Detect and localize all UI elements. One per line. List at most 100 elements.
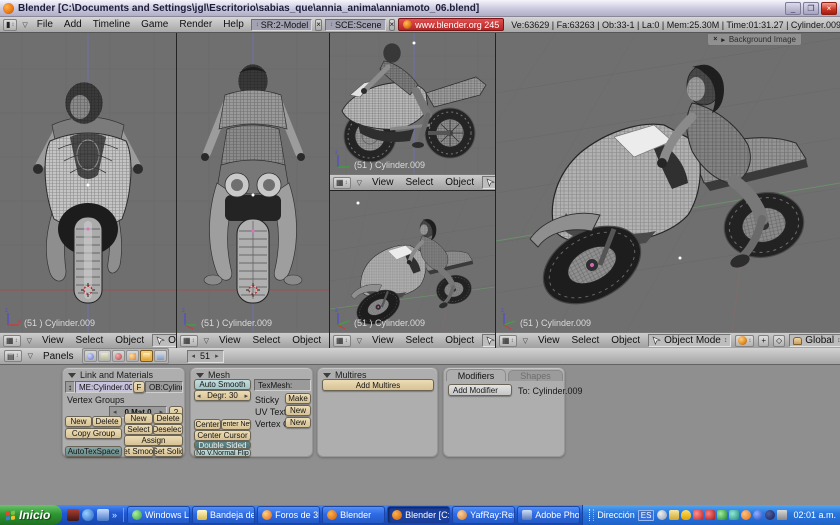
view-menu[interactable]: View bbox=[372, 335, 394, 346]
quick-launch-icon-3[interactable] bbox=[97, 509, 109, 521]
viewport-back-canvas[interactable]: z (51 ) Cylinder.009 bbox=[177, 33, 329, 332]
panel-collapse-icon[interactable] bbox=[68, 373, 76, 378]
quick-launch-icon-1[interactable] bbox=[67, 509, 79, 521]
mode-dropdown[interactable]: Object Mode ↕ bbox=[152, 334, 176, 347]
header-collapse-icon[interactable]: ▽ bbox=[28, 352, 33, 360]
panel-close-icon[interactable]: × bbox=[713, 36, 717, 43]
center-cursor-button[interactable]: Center Cursor bbox=[194, 430, 251, 441]
view-menu[interactable]: View bbox=[42, 335, 64, 346]
select-menu[interactable]: Select bbox=[405, 335, 433, 346]
mode-dropdown[interactable]: Object Mode ↕ bbox=[482, 334, 495, 347]
vertex-color-new-button[interactable]: New bbox=[285, 417, 311, 428]
viewport-front-canvas[interactable]: z x (51 ) Cylinder.009 bbox=[0, 33, 176, 332]
copy-group-button[interactable]: Copy Group bbox=[65, 428, 122, 439]
select-menu[interactable]: Select bbox=[405, 177, 433, 188]
double-sided-button[interactable]: Double Sided bbox=[194, 441, 251, 449]
logic-context-icon[interactable] bbox=[84, 350, 97, 362]
mode-dropdown[interactable]: Object Mode ↕ bbox=[648, 334, 731, 347]
menu-render[interactable]: Render bbox=[179, 19, 212, 30]
auto-smooth-button[interactable]: Auto Smooth bbox=[194, 379, 251, 390]
center-new-button[interactable]: Center New bbox=[221, 419, 251, 430]
no-vnormal-flip-button[interactable]: No V.Normal Flip bbox=[194, 449, 251, 457]
set-solid-button[interactable]: Set Solid bbox=[154, 446, 183, 457]
material-new-button[interactable]: New bbox=[124, 413, 153, 424]
physics-context-icon[interactable] bbox=[154, 350, 167, 362]
editor-type-button[interactable]: ▦↕ bbox=[499, 335, 517, 347]
menu-add[interactable]: Add bbox=[64, 19, 82, 30]
tray-icon[interactable] bbox=[681, 510, 691, 520]
header-collapse-icon[interactable]: ▽ bbox=[523, 337, 528, 345]
tray-icon[interactable] bbox=[657, 510, 667, 520]
viewport-perspective-small[interactable]: z (51 ) Cylinder.009 ▦↕ ▽ View Select Ob… bbox=[330, 191, 495, 348]
editor-type-button[interactable]: ▦↕ bbox=[3, 335, 21, 347]
frame-increment-icon[interactable]: ▸ bbox=[215, 352, 219, 360]
header-collapse-icon[interactable]: ▽ bbox=[357, 179, 362, 187]
set-smooth-button[interactable]: Set Smooth bbox=[124, 446, 154, 457]
menu-game[interactable]: Game bbox=[141, 19, 168, 30]
select-menu[interactable]: Select bbox=[252, 335, 280, 346]
frame-decrement-icon[interactable]: ◂ bbox=[192, 352, 196, 360]
panel-collapse-icon[interactable] bbox=[323, 373, 331, 378]
select-menu[interactable]: Select bbox=[571, 335, 599, 346]
material-delete-button[interactable]: Delete bbox=[153, 413, 183, 424]
fake-user-button[interactable]: F bbox=[133, 381, 145, 393]
add-multires-button[interactable]: Add Multires bbox=[322, 379, 434, 391]
viewport-back[interactable]: z (51 ) Cylinder.009 ▦↕ ▽ View Select Ob… bbox=[177, 33, 329, 348]
menu-help[interactable]: Help bbox=[223, 19, 244, 30]
panel-collapse-icon[interactable] bbox=[196, 373, 204, 378]
center-button[interactable]: Center bbox=[194, 419, 221, 430]
object-menu[interactable]: Object bbox=[611, 335, 640, 346]
select-button[interactable]: Select bbox=[124, 424, 153, 435]
tray-icon[interactable] bbox=[693, 510, 703, 520]
script-context-icon[interactable] bbox=[98, 350, 111, 362]
tray-icon[interactable] bbox=[729, 510, 739, 520]
header-collapse-icon[interactable]: ▽ bbox=[22, 21, 27, 29]
object-name-field[interactable]: OB:Cylinder.009 bbox=[145, 381, 183, 393]
minimize-button[interactable]: _ bbox=[785, 2, 801, 15]
transform-widget-button[interactable]: + bbox=[758, 335, 769, 347]
task-button-blender[interactable]: Blender bbox=[322, 506, 385, 524]
degr-slider[interactable]: ◂Degr: 30▸ bbox=[194, 390, 251, 401]
sticky-make-button[interactable]: Make bbox=[285, 393, 311, 404]
rotation-widget-button[interactable]: ◇ bbox=[773, 335, 785, 347]
me-browse-button[interactable]: ↕ bbox=[65, 381, 75, 393]
deselect-button[interactable]: Deselect bbox=[153, 424, 183, 435]
language-indicator[interactable]: ES bbox=[638, 510, 655, 521]
object-menu[interactable]: Object bbox=[292, 335, 321, 346]
blender-version-link[interactable]: www.blender.org 245 bbox=[398, 18, 504, 31]
editing-context-icon[interactable] bbox=[140, 350, 153, 362]
select-menu[interactable]: Select bbox=[75, 335, 103, 346]
tab-modifiers[interactable]: Modifiers bbox=[446, 369, 506, 381]
scene-selector[interactable]: ↕SCE:Scene bbox=[325, 19, 386, 31]
header-collapse-icon[interactable]: ▽ bbox=[204, 337, 209, 345]
scene-close-button[interactable]: × bbox=[389, 19, 396, 31]
close-button[interactable]: × bbox=[821, 2, 837, 15]
header-collapse-icon[interactable]: ▽ bbox=[357, 337, 362, 345]
draw-type-button[interactable]: ↕ bbox=[735, 335, 754, 347]
view-menu[interactable]: View bbox=[538, 335, 560, 346]
task-button-mail[interactable]: Bandeja de entrada -... bbox=[192, 506, 255, 524]
task-button-yafray[interactable]: YafRay:Render bbox=[452, 506, 515, 524]
tray-icon[interactable] bbox=[765, 510, 775, 520]
panel-expand-icon[interactable]: ▸ bbox=[721, 36, 725, 44]
object-menu[interactable]: Object bbox=[445, 335, 474, 346]
tray-icon[interactable] bbox=[741, 510, 751, 520]
editor-type-button[interactable]: ▦↕ bbox=[333, 177, 351, 189]
auto-tex-space-button[interactable]: AutoTexSpace bbox=[65, 446, 122, 457]
editor-type-button[interactable]: ▦↕ bbox=[333, 335, 351, 347]
tray-icon[interactable] bbox=[753, 510, 763, 520]
tray-icon-monitor[interactable] bbox=[777, 510, 787, 520]
tab-shapes[interactable]: Shapes bbox=[508, 370, 563, 381]
vgroup-delete-button[interactable]: Delete bbox=[92, 416, 122, 427]
panels-menu[interactable]: Panels bbox=[43, 351, 74, 362]
tray-icon[interactable] bbox=[717, 510, 727, 520]
tray-icon[interactable] bbox=[669, 510, 679, 520]
add-modifier-button[interactable]: Add Modifier bbox=[448, 384, 512, 396]
screen-close-button[interactable]: × bbox=[315, 19, 322, 31]
object-menu[interactable]: Object bbox=[445, 177, 474, 188]
object-menu[interactable]: Object bbox=[115, 335, 144, 346]
start-button[interactable]: Inicio bbox=[0, 505, 62, 525]
editor-type-button[interactable]: ▮↕ bbox=[3, 19, 17, 31]
window-titlebar[interactable]: Blender [C:\Documents and Settings\jgl\E… bbox=[0, 0, 840, 17]
uv-texture-new-button[interactable]: New bbox=[285, 405, 311, 416]
